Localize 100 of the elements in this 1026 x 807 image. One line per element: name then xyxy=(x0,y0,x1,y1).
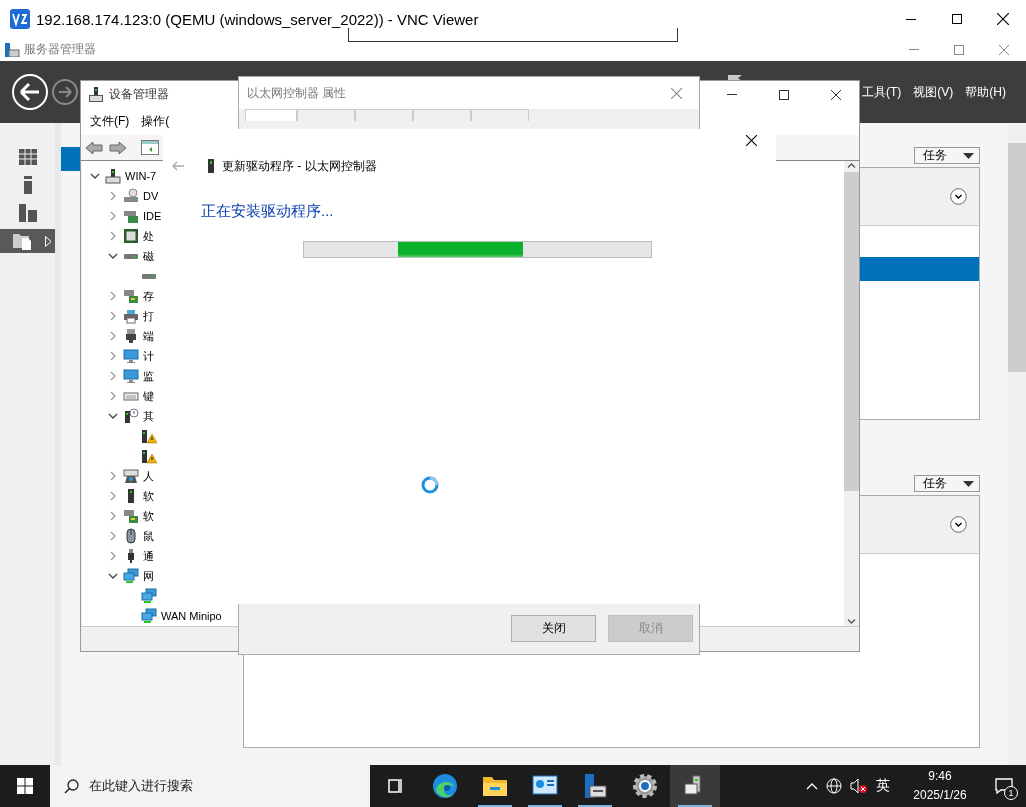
notification-badge: 1 xyxy=(1004,786,1018,800)
monitor-icon xyxy=(123,348,139,364)
expand-chevron-icon[interactable] xyxy=(110,331,116,341)
warning-device-icon xyxy=(141,448,157,464)
close-icon xyxy=(998,44,1009,55)
server-manager-icon xyxy=(582,773,608,799)
search-icon xyxy=(64,778,79,794)
collapse-chevron-icon[interactable] xyxy=(108,413,118,419)
expand-chevron-icon[interactable] xyxy=(110,311,116,321)
collapse-chevron-icon[interactable] xyxy=(108,573,118,579)
dashboard-app-icon xyxy=(532,775,558,797)
notification-icon[interactable] xyxy=(995,778,1013,794)
expand-chevron-icon[interactable] xyxy=(110,291,116,301)
close-button[interactable]: 关闭 xyxy=(511,615,596,642)
tree-item[interactable]: 磁 xyxy=(143,248,154,264)
collapse-chevron-icon[interactable] xyxy=(108,253,118,259)
expand-chevron-icon[interactable] xyxy=(110,511,116,521)
caret-icon xyxy=(963,480,974,487)
spinner-icon xyxy=(421,476,439,494)
forward-arrow-icon[interactable] xyxy=(109,140,127,155)
expand-chevron-icon[interactable] xyxy=(110,471,116,481)
tree-item[interactable]: 其 xyxy=(143,408,154,424)
warning-device-icon xyxy=(141,428,157,444)
maximize-icon xyxy=(779,89,789,100)
tree-item[interactable]: 键 xyxy=(143,388,154,404)
dialog-title: 以太网控制器 属性 xyxy=(247,84,347,102)
computer-icon xyxy=(89,87,103,102)
expand-chevron-icon[interactable] xyxy=(110,191,116,201)
tree-item[interactable]: 人 xyxy=(143,468,154,484)
tasks-dropdown[interactable]: 任务 xyxy=(914,147,980,164)
task-view-icon xyxy=(386,777,404,795)
expand-chevron-icon[interactable] xyxy=(110,491,116,501)
tree-item[interactable]: 计 xyxy=(143,348,154,364)
tree-item[interactable]: WIN-7 xyxy=(125,170,157,182)
minimize-icon xyxy=(906,18,916,20)
drive-board-icon xyxy=(123,208,139,224)
tree-item[interactable]: 处 xyxy=(143,228,154,244)
connector-icon xyxy=(123,328,139,344)
expand-chevron-icon[interactable] xyxy=(110,391,116,401)
search-field[interactable]: 在此键入进行搜索 xyxy=(50,765,370,807)
tree-item[interactable]: 打 xyxy=(143,308,154,324)
scroll-up-icon[interactable] xyxy=(847,163,856,168)
taskbar-app[interactable] xyxy=(670,765,720,807)
input-method-indicator[interactable]: 英 xyxy=(876,777,890,795)
console-pane-icon[interactable] xyxy=(141,140,159,155)
tree-item[interactable]: 端 xyxy=(143,328,154,344)
tree-item[interactable]: 存 xyxy=(143,288,154,304)
menu-item[interactable]: 视图(V) xyxy=(913,83,954,101)
tree-item[interactable]: WAN Minipo xyxy=(161,610,222,622)
expand-chevron-icon[interactable] xyxy=(110,551,116,561)
cd-drive-icon xyxy=(123,188,139,204)
expand-chevron-icon[interactable] xyxy=(110,231,116,241)
tree-item[interactable]: 监 xyxy=(143,368,154,384)
expand-circle-icon[interactable] xyxy=(950,188,967,205)
tree-item[interactable]: 软 xyxy=(143,488,154,504)
tasks-dropdown[interactable]: 任务 xyxy=(914,475,980,492)
scrollbar[interactable] xyxy=(1008,123,1026,765)
browser-icon xyxy=(432,773,458,799)
forward-button[interactable] xyxy=(52,79,78,105)
status-text: 正在安装驱动程序... xyxy=(201,202,335,221)
servers-icon xyxy=(18,204,37,222)
clock[interactable]: 9:46 2025/1/26 xyxy=(898,767,982,805)
menu-item[interactable]: 工具(T) xyxy=(862,83,902,101)
tree-item[interactable]: 通 xyxy=(143,548,154,564)
scrollbar[interactable] xyxy=(844,161,859,626)
muted-speaker-icon[interactable] xyxy=(850,778,868,794)
windows-logo-icon xyxy=(17,778,33,794)
expand-chevron-icon[interactable] xyxy=(110,531,116,541)
caret-icon xyxy=(963,152,974,159)
device-icon xyxy=(208,159,214,173)
nav-item[interactable] xyxy=(0,229,55,253)
tree-item[interactable]: DV xyxy=(143,190,159,202)
expand-chevron-icon[interactable] xyxy=(110,211,116,221)
expand-chevron-icon[interactable] xyxy=(110,351,116,361)
monitor-icon xyxy=(123,368,139,384)
scroll-down-icon[interactable] xyxy=(847,619,856,624)
menu-item[interactable]: 文件(F) xyxy=(90,113,130,130)
menu-item[interactable]: 操作( xyxy=(141,113,170,130)
tree-item[interactable]: IDE xyxy=(143,210,162,222)
globe-icon[interactable] xyxy=(826,778,842,794)
back-button[interactable] xyxy=(12,74,48,110)
expand-chevron-icon[interactable] xyxy=(110,371,116,381)
close-icon xyxy=(831,89,841,100)
expand-circle-icon[interactable] xyxy=(950,516,967,533)
back-arrow-icon[interactable] xyxy=(172,161,184,171)
printer-icon xyxy=(123,308,139,324)
minimize-icon xyxy=(727,94,737,95)
search-placeholder: 在此键入进行搜索 xyxy=(89,777,193,795)
window-title: 192.168.174.123:0 (QEMU (windows_server_2022)) - VNC Viewer xyxy=(36,10,479,28)
back-arrow-icon xyxy=(20,83,40,101)
tree-item[interactable]: 软 xyxy=(143,508,154,524)
tree-item[interactable]: 鼠 xyxy=(143,528,154,544)
back-arrow-icon[interactable] xyxy=(85,140,103,155)
collapse-chevron-icon[interactable] xyxy=(90,173,100,179)
settings-icon xyxy=(632,773,658,799)
tree-item[interactable]: 网 xyxy=(143,568,154,584)
grid-icon xyxy=(18,149,37,165)
menu-item[interactable]: 帮助(H) xyxy=(965,83,1006,101)
close-icon xyxy=(670,87,682,99)
chevron-up-icon[interactable] xyxy=(806,782,818,790)
